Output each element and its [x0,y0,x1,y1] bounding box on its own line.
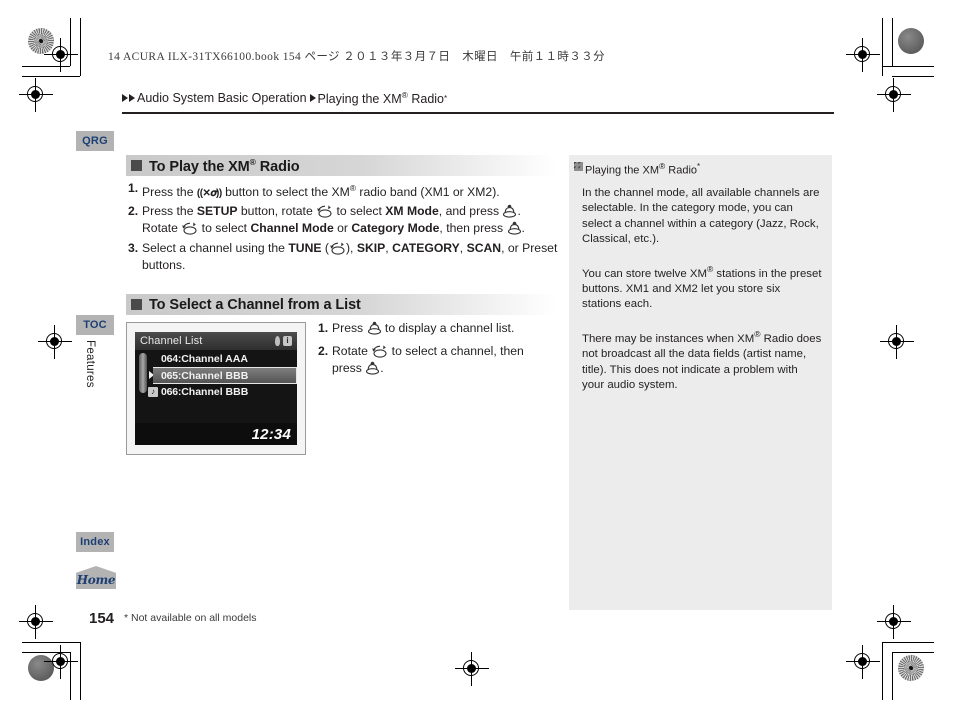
step-text: Press to display a channel list. [332,321,515,335]
audio-screen-status-icons: i [275,336,292,346]
step-text: Rotate to select a channel, then press . [332,344,524,375]
channel-number: 064: [161,353,182,365]
channel-name: Channel BBB [181,386,249,398]
audio-screen-footer: 12:34 [135,423,297,445]
press-knob-icon [507,221,522,235]
crop-registration-top-left-inner [44,38,78,72]
crop-mark-bottom-left [22,628,94,700]
section-heading-select-channel: To Select a Channel from a List [126,294,556,315]
xm-band-button-icon: ((✕𝝈)) [196,188,222,200]
channel-list-item[interactable]: 064: Channel AAA [135,351,297,367]
registration-bullseye-top-right [898,28,924,54]
signal-icon [275,336,280,346]
registration-bullseye-bottom-left [28,655,54,681]
sidebar-vertical-label: Features [84,340,96,388]
breadcrumb-arrow-icon [129,94,135,103]
breadcrumb: Audio System Basic Operation Playing the… [122,90,447,106]
section-title: To Play the XM® Radio [149,156,300,175]
step-text: Press the SETUP button, rotate to select… [142,204,525,235]
note-heading-asterisk: * [697,162,701,171]
rotate-knob-icon [329,241,346,255]
info-icon: i [283,336,292,346]
rotate-knob-icon [316,204,333,218]
rotate-knob-icon [181,221,198,235]
note-panel: Playing the XM® Radio* In the channel mo… [569,155,832,610]
audio-screen: Channel List i 064: Channel AAA 065: Chann… [135,332,297,445]
crop-registration-top-right-inner [846,38,880,72]
page-number: 154 [89,610,115,627]
channel-number: 066: [161,386,182,398]
step-number: 1. [318,321,329,335]
crop-registration-bottom-left-inner [44,645,78,679]
note-marker-icon [574,162,583,171]
channel-name: Channel BBB [181,369,249,382]
crop-registration-bottom-left-outer [19,605,53,639]
crop-registration-top-left-outer [19,78,53,112]
note-panel-body: In the channel mode, all available chann… [574,186,822,394]
step-number: 2. [318,344,329,358]
crop-registration-bottom-middle [455,652,489,686]
press-knob-icon [365,361,380,375]
section-bullet-icon [131,160,142,171]
audio-screen-title: Channel List [140,335,203,347]
step-text: Press the ((✕𝝈)) button to select the XM… [142,180,560,203]
step-item: 2. Press the SETUP button, rotate to sel… [128,203,560,236]
sidebar-tab-index[interactable]: Index [76,532,114,552]
section-bullet-icon [131,299,142,310]
page-footnote: * Not available on all models [124,612,257,624]
press-knob-icon [502,204,517,218]
press-knob-icon [367,321,382,335]
audio-screen-list: 064: Channel AAA 065: Channel BBB ♪ 066: Ch… [135,350,297,400]
audio-screen-illustration: Channel List i 064: Channel AAA 065: Chann… [126,322,306,455]
crop-mark-top-right [860,18,934,90]
note-heading-text: Playing the XM® Radio* [585,161,701,177]
audio-screen-titlebar: Channel List i [135,332,297,350]
breadcrumb-section[interactable]: Audio System Basic Operation [137,91,307,105]
crop-registration-bottom-right-inner [846,645,880,679]
step-number: 1. [128,181,139,195]
step-item: 1. Press the ((✕𝝈)) button to select the… [128,180,560,203]
note-paragraph: There may be instances when XM® Radio do… [582,328,822,392]
clock-display: 12:34 [251,425,291,443]
section-heading-play-xm: To Play the XM® Radio [126,155,556,176]
crop-registration-right-middle [880,325,914,359]
registration-bullseye-bottom-right [898,655,924,681]
section-title: To Select a Channel from a List [149,296,361,313]
rotate-knob-icon [371,344,388,358]
crop-registration-bottom-right-outer [877,605,911,639]
channel-number: 065: [161,369,182,382]
registration-bullseye-top-left [28,28,54,54]
sidebar-tab-home[interactable]: Home [76,566,116,589]
crop-mark-top-left [22,18,94,90]
breadcrumb-asterisk: * [444,93,448,103]
crop-registration-left-middle [38,325,72,359]
sidebar-tab-home-label: Home [76,573,116,587]
step-text: Select a channel using the TUNE (), SKIP… [142,241,558,272]
note-panel-heading: Playing the XM® Radio* [574,161,822,177]
step-number: 3. [128,241,139,255]
channel-list-item[interactable]: ♪ 066: Channel BBB [135,384,297,400]
sidebar-tab-toc[interactable]: TOC [76,315,114,335]
breadcrumb-arrow-icon [122,94,128,103]
step-item: 1. Press to display a channel list. [318,320,547,337]
channel-list-item-selected[interactable]: 065: Channel BBB [153,367,297,384]
header-rule [122,112,834,114]
step-number: 2. [128,204,139,218]
breadcrumb-arrow-icon [309,94,316,103]
note-paragraph: You can store twelve XM® stations in the… [582,263,822,311]
note-paragraph: In the channel mode, all available chann… [582,186,820,246]
crop-registration-top-right-outer [877,78,911,112]
step-item: 2. Rotate to select a channel, then pres… [318,343,547,377]
sidebar-tab-qrg[interactable]: QRG [76,131,114,151]
channel-name: Channel AAA [181,353,248,365]
breadcrumb-topic[interactable]: Playing the XM® Radio [318,90,444,106]
music-note-icon: ♪ [148,387,158,397]
step-item: 3. Select a channel using the TUNE (), S… [128,240,560,273]
print-slug: 14 ACURA ILX-31TX66100.book 154 ページ ２０１３… [108,51,606,63]
crop-mark-bottom-right [860,628,934,700]
